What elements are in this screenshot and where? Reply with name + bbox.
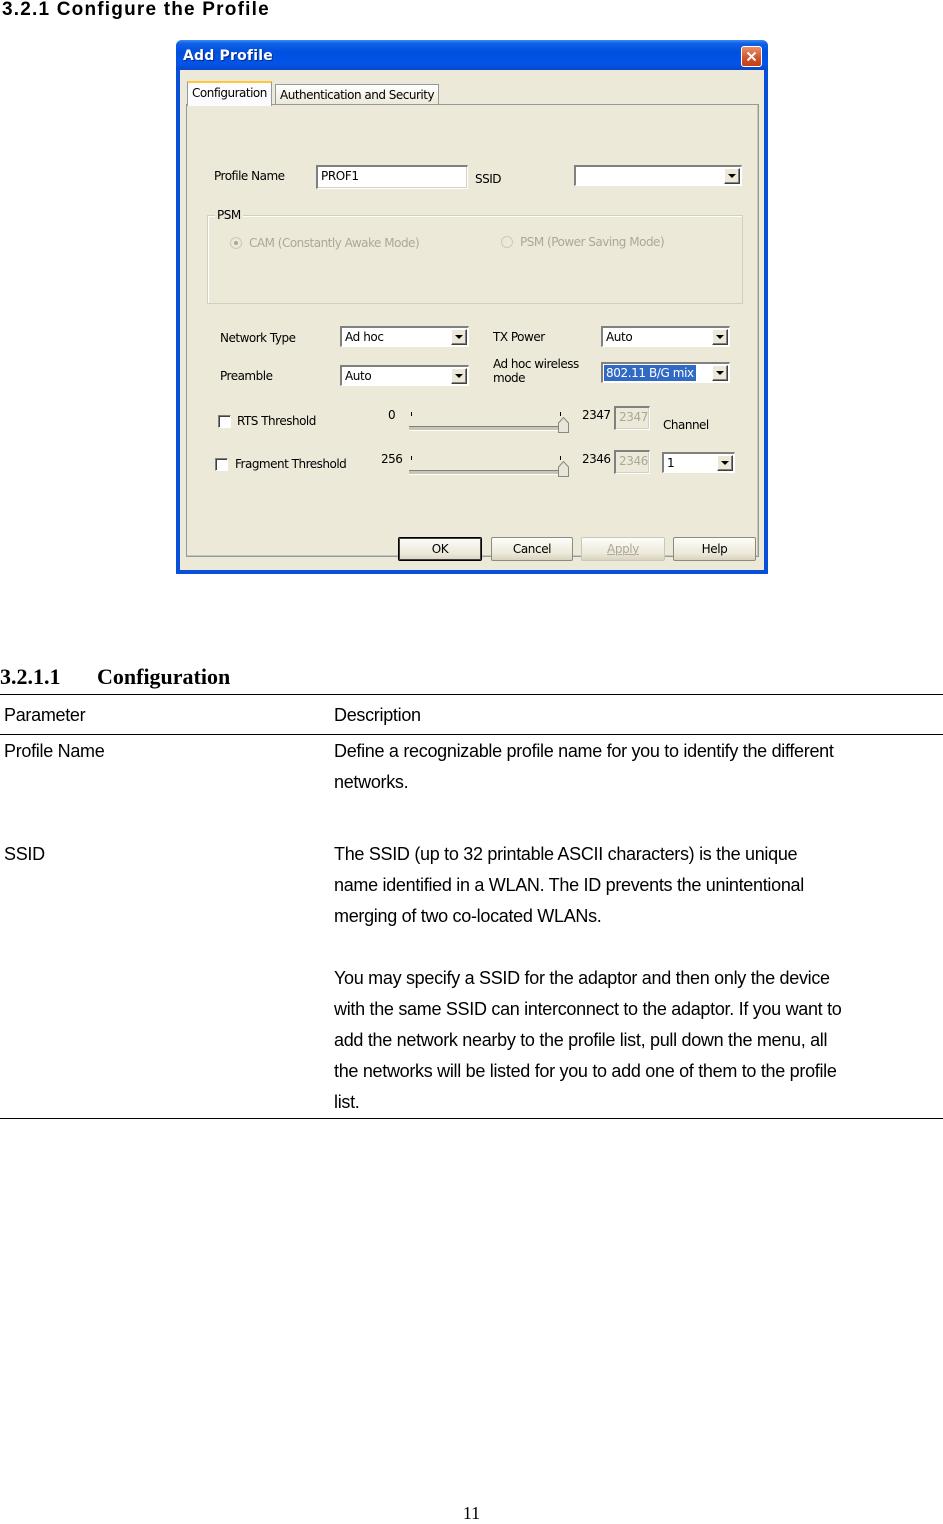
close-icon xyxy=(746,51,757,62)
chevron-down-icon[interactable] xyxy=(451,368,467,384)
slider-tick xyxy=(411,412,412,416)
fragment-value-field: 2346 xyxy=(614,450,650,474)
cam-radio-label: CAM (Constantly Awake Mode) xyxy=(249,236,420,250)
psm-radio-label: PSM (Power Saving Mode) xyxy=(520,235,665,249)
tx-power-label: TX Power xyxy=(493,330,545,344)
subsection-heading: 3.2.1.1 Configuration xyxy=(0,664,230,690)
slider-tick xyxy=(411,456,412,460)
desc-line: name identified in a WLAN. The ID preven… xyxy=(334,875,804,895)
chevron-down-icon[interactable] xyxy=(712,329,728,345)
table-header-parameter: Parameter xyxy=(4,705,86,725)
adhoc-mode-label-line1: Ad hoc wireless xyxy=(493,357,579,371)
table-header-description: Description xyxy=(334,705,421,725)
table-row-desc: Define a recognizable profile name for y… xyxy=(334,736,942,798)
dialog-client: Profile Name PROF1 SSID PSM CAM (Constan… xyxy=(180,70,764,570)
desc-line: You may specify a SSID for the adaptor a… xyxy=(334,968,830,988)
page-number: 11 xyxy=(462,1503,481,1523)
cam-radio[interactable] xyxy=(230,237,242,249)
channel-value: 1 xyxy=(667,456,675,470)
desc-line: networks. xyxy=(334,772,409,792)
fragment-min-label: 256 xyxy=(381,452,403,466)
fragment-max-label: 2346 xyxy=(582,452,611,466)
adhoc-mode-label: Ad hoc wireless mode xyxy=(493,357,579,385)
fragment-threshold-label: Fragment Threshold xyxy=(235,457,347,471)
psm-radio[interactable] xyxy=(501,236,513,248)
desc-line: The SSID (up to 32 printable ASCII chara… xyxy=(334,844,798,864)
rts-max-label: 2347 xyxy=(582,408,611,422)
adhoc-mode-dropdown[interactable]: 802.11 B/G mix xyxy=(601,362,730,383)
desc-line: merging of two co-located WLANs. xyxy=(334,906,602,926)
ssid-dropdown[interactable] xyxy=(574,165,742,186)
channel-label: Channel xyxy=(663,418,709,432)
section-heading: 3.2.1 Configure the Profile xyxy=(2,0,270,20)
add-profile-dialog: Add Profile Profile Name PROF1 SSID PSM … xyxy=(176,40,768,574)
psm-group-label: PSM xyxy=(215,208,243,222)
adhoc-mode-label-line2: mode xyxy=(493,371,526,385)
help-button[interactable]: Help xyxy=(673,537,756,561)
ok-button[interactable]: OK xyxy=(398,537,482,561)
adhoc-mode-value: 802.11 B/G mix xyxy=(604,365,696,381)
table-row-desc: The SSID (up to 32 printable ASCII chara… xyxy=(334,839,942,1118)
desc-line: add the network nearby to the profile li… xyxy=(334,1030,828,1050)
title-bar[interactable]: Add Profile xyxy=(176,40,768,70)
tab-configuration[interactable]: Configuration xyxy=(187,81,272,106)
slider-tick xyxy=(560,456,561,460)
preamble-value: Auto xyxy=(345,369,372,383)
preamble-dropdown[interactable]: Auto xyxy=(340,365,469,386)
network-type-label: Network Type xyxy=(220,331,296,345)
table-row-param: Profile Name xyxy=(4,741,105,761)
tx-power-value: Auto xyxy=(606,330,633,344)
slider-thumb[interactable] xyxy=(558,461,569,477)
subsection-title: Configuration xyxy=(97,664,231,689)
cancel-button[interactable]: Cancel xyxy=(491,537,573,561)
chevron-down-icon[interactable] xyxy=(451,329,467,345)
channel-dropdown[interactable]: 1 xyxy=(662,452,735,473)
table-bottom-rule xyxy=(0,1118,943,1119)
table-row-param: SSID xyxy=(4,844,45,864)
ssid-label: SSID xyxy=(475,172,502,186)
rts-threshold-checkbox[interactable] xyxy=(218,415,231,428)
desc-line: with the same SSID can interconnect to t… xyxy=(334,999,842,1019)
rts-threshold-label: RTS Threshold xyxy=(237,414,316,428)
rts-threshold-slider[interactable] xyxy=(409,409,569,433)
close-button[interactable] xyxy=(741,46,762,67)
fragment-threshold-slider[interactable] xyxy=(409,453,569,477)
profile-name-label: Profile Name xyxy=(214,169,285,183)
tab-panel-configuration: Profile Name PROF1 SSID PSM CAM (Constan… xyxy=(186,104,759,557)
slider-thumb[interactable] xyxy=(558,417,569,433)
chevron-down-icon[interactable] xyxy=(712,365,728,381)
table-top-rule xyxy=(0,694,943,695)
network-type-value: Ad hoc xyxy=(345,330,384,344)
dialog-title: Add Profile xyxy=(183,48,273,64)
rts-value-field: 2347 xyxy=(614,406,650,430)
desc-line: Define a recognizable profile name for y… xyxy=(334,741,834,761)
chevron-down-icon[interactable] xyxy=(724,168,740,184)
slider-tick xyxy=(560,412,561,416)
apply-button[interactable]: Apply xyxy=(581,537,665,561)
desc-line: list. xyxy=(334,1092,360,1112)
desc-line: the networks will be listed for you to a… xyxy=(334,1061,837,1081)
chevron-down-icon[interactable] xyxy=(717,455,733,471)
table-header-rule xyxy=(0,734,943,735)
tx-power-dropdown[interactable]: Auto xyxy=(601,326,730,347)
psm-group: PSM CAM (Constantly Awake Mode) PSM (Pow… xyxy=(207,208,743,304)
preamble-label: Preamble xyxy=(220,369,273,383)
slider-track xyxy=(409,426,559,431)
tab-authentication-security[interactable]: Authentication and Security xyxy=(275,84,440,104)
subsection-number: 3.2.1.1 xyxy=(0,664,61,689)
rts-min-label: 0 xyxy=(388,408,396,422)
fragment-threshold-checkbox[interactable] xyxy=(215,458,228,471)
slider-track xyxy=(409,470,559,475)
desc-blank-line xyxy=(334,932,942,963)
network-type-dropdown[interactable]: Ad hoc xyxy=(340,326,469,347)
profile-name-input[interactable]: PROF1 xyxy=(316,165,468,189)
